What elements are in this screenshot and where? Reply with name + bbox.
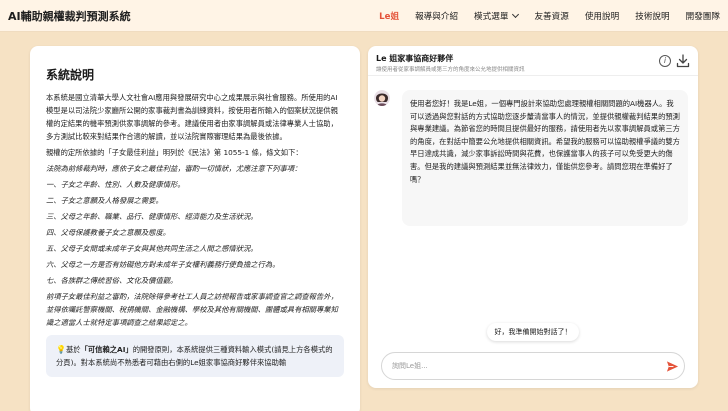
top-navbar: AI輔助親權裁判預測系統 Le姐 報導與介紹 模式選單 友善資源 使用說明 技術… bbox=[0, 0, 728, 32]
nav-item-le-jie[interactable]: Le姐 bbox=[379, 10, 399, 22]
nav-item-dev-team[interactable]: 開發團隊 bbox=[686, 10, 720, 22]
law-line: 四、父母保護教養子女之意願及態度。 bbox=[46, 228, 171, 237]
law-line: 前項子女最佳利益之審酌，法院除得參考社工人員之訪視報告或家事調查官之調查報告外，… bbox=[46, 292, 338, 327]
chat-title: Le 姐家事協商好夥伴 bbox=[376, 54, 454, 63]
nav-item-mode-menu[interactable]: 模式選單 bbox=[474, 10, 520, 22]
nav-label: 報導與介紹 bbox=[415, 12, 459, 22]
nav-item-resources[interactable]: 友善資源 bbox=[534, 10, 568, 22]
law-line: 二、子女之意願及人格發展之需要。 bbox=[46, 196, 163, 205]
section-title: 系統說明 bbox=[46, 68, 95, 82]
chat-panel: Le 姐家事協商好夥伴 讓使用者從家事調解員或第三方的角度來公允地提供相關資訊 … bbox=[368, 46, 698, 388]
user-message: 好，我準備開始對話了！ bbox=[487, 323, 579, 341]
avatar bbox=[374, 90, 390, 106]
law-line: 七、各族群之傳統習俗、文化及價值觀。 bbox=[46, 276, 178, 285]
lightbulb-icon: 💡 bbox=[56, 345, 66, 354]
intro-paragraph: 本系統是國立清華大學人文社會AI應用與發展研究中心之成果展示與社會服務。所使用的… bbox=[46, 93, 338, 141]
nav-label: Le姐 bbox=[379, 12, 400, 22]
nav-item-usage-guide[interactable]: 使用說明 bbox=[585, 10, 619, 22]
nav-label: 開發團隊 bbox=[685, 12, 720, 22]
chat-header: Le 姐家事協商好夥伴 讓使用者從家事調解員或第三方的角度來公允地提供相關資訊 … bbox=[368, 46, 698, 76]
note-prefix: 基於 bbox=[65, 345, 81, 354]
brand-title[interactable]: AI輔助親權裁判預測系統 bbox=[8, 8, 131, 24]
chat-subtitle: 讓使用者從家事調解員或第三方的角度來公允地提供相關資訊 bbox=[376, 67, 525, 73]
law-line: 三、父母之年齡、職業、品行、健康情形、經濟能力及生活狀況。 bbox=[46, 212, 258, 221]
chat-input[interactable] bbox=[392, 359, 652, 373]
chevron-down-icon bbox=[512, 10, 520, 19]
chat-input-box bbox=[381, 352, 685, 380]
nav-item-reports[interactable]: 報導與介紹 bbox=[415, 10, 458, 22]
trustworthy-ai-note: 💡基於「可信賴之AI」的開發原則，本系統提供三種資料輸入模式(請見上方各模式的分… bbox=[46, 335, 344, 377]
info-icon[interactable]: i bbox=[659, 55, 671, 67]
system-description-panel[interactable]: 系統說明 本系統是國立清華大學人文社會AI應用與發展研究中心之成果展示與社會服務… bbox=[30, 46, 360, 411]
nav-item-tech-notes[interactable]: 技術說明 bbox=[635, 10, 669, 22]
law-line: 一、子女之年齡、性別、人數及健康情形。 bbox=[46, 180, 185, 189]
nav-label: 技術說明 bbox=[635, 12, 670, 22]
law-line: 法院為前條裁判時，應依子女之最佳利益，審酌一切情狀，尤應注意下列事項： bbox=[46, 164, 302, 173]
law-line: 五、父母子女間或未成年子女與其他共同生活之人間之感情狀況。 bbox=[46, 244, 258, 253]
send-icon[interactable] bbox=[666, 360, 679, 373]
law-line: 六、父母之一方是否有妨礙他方對未成年子女權利義務行使負擔之行為。 bbox=[46, 260, 280, 269]
law-intro: 親權的定所依據的「子女最佳利益」明列於《民法》第 1055-1 條，條文如下： bbox=[46, 148, 303, 157]
download-icon[interactable] bbox=[676, 54, 690, 68]
nav-label: 使用說明 bbox=[584, 12, 620, 22]
nav-menu: Le姐 報導與介紹 模式選單 友善資源 使用說明 技術說明 開發團隊 bbox=[363, 0, 720, 32]
note-bold: 「可信賴之AI」 bbox=[80, 345, 133, 354]
nav-label: 模式選單 bbox=[474, 12, 509, 22]
nav-label: 友善資源 bbox=[534, 12, 569, 22]
bot-message: 使用者您好！我是Le姐，一個專門設計來協助您處理親權相關問題的AI機器人。我可以… bbox=[402, 90, 688, 226]
